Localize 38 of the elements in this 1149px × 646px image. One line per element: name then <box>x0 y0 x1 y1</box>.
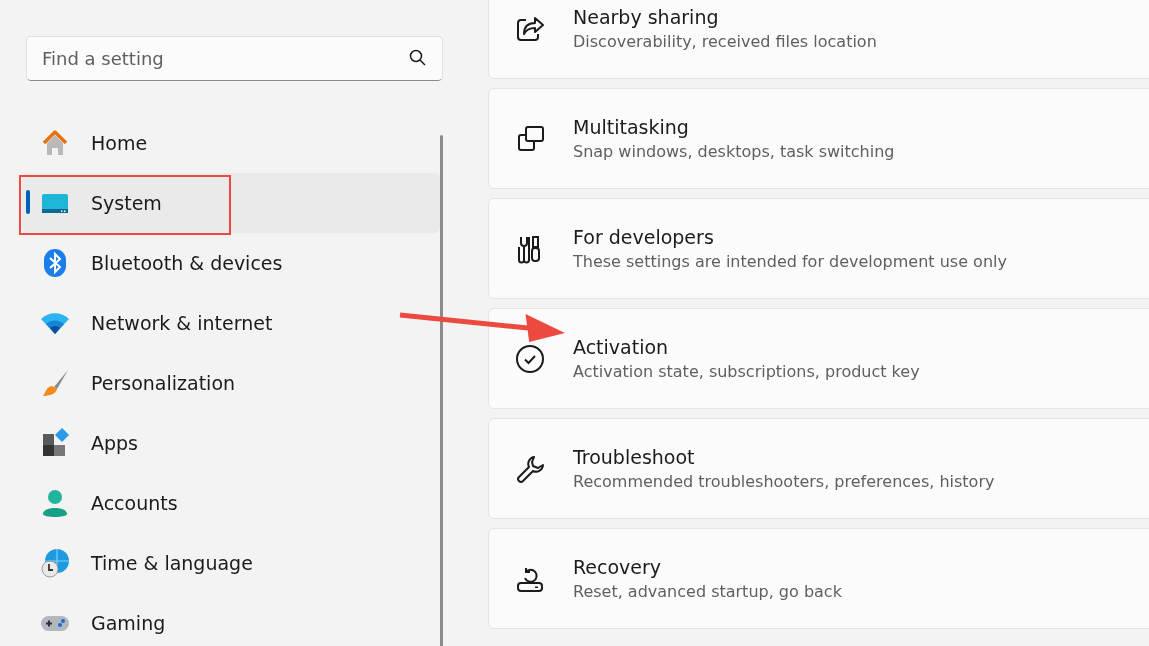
search-field[interactable]: Find a setting <box>26 36 443 81</box>
setting-title: Recovery <box>573 556 663 578</box>
setting-description: Reset, advanced startup, go back <box>573 582 842 601</box>
setting-card[interactable]: Multitasking Snap windows, desktops, task switching <box>488 88 1149 189</box>
setting-description: Activation state, subscriptions, product key <box>573 362 920 381</box>
nav-item[interactable]: Gaming <box>22 593 440 646</box>
house-icon <box>40 128 70 158</box>
setting-title: Troubleshoot <box>573 446 696 468</box>
setting-card[interactable]: Activation Activation state, subscriptions, product key <box>488 308 1149 409</box>
nav-item[interactable]: System <box>22 173 440 233</box>
nav-item[interactable]: Accounts <box>22 473 440 533</box>
setting-card[interactable]: Troubleshoot Recommended troubleshooters, preferences, history <box>488 418 1149 519</box>
nav-item[interactable]: Network & internet <box>22 293 440 353</box>
setting-description: These settings are intended for development use only <box>573 252 1007 271</box>
person-icon <box>40 488 70 518</box>
nav-item[interactable]: Personalization <box>22 353 440 413</box>
windows-icon <box>515 123 545 154</box>
setting-description: Snap windows, desktops, task switching <box>573 142 895 161</box>
setting-card[interactable]: For developers These settings are intended for development use only <box>488 198 1149 299</box>
search-icon <box>409 49 427 67</box>
setting-title: For developers <box>573 226 715 248</box>
setting-description: Discoverability, received files location <box>573 32 877 51</box>
setting-card[interactable]: Nearby sharing Discoverability, received files location <box>488 0 1149 79</box>
nav-item[interactable]: Home <box>22 113 440 173</box>
setting-title: Nearby sharing <box>573 6 720 28</box>
setting-card[interactable]: Recovery Reset, advanced startup, go back <box>488 528 1149 629</box>
selection-indicator <box>26 190 30 214</box>
nav-item[interactable]: Bluetooth & devices <box>22 233 440 293</box>
globe-clock-icon <box>40 548 70 578</box>
scrollbar[interactable] <box>440 135 443 646</box>
nav-item[interactable]: Time & language <box>22 533 440 593</box>
wrench-icon <box>515 453 545 484</box>
nav-item[interactable]: Apps <box>22 413 440 473</box>
setting-title: Activation <box>573 336 670 358</box>
setting-description: Recommended troubleshooters, preferences, history <box>573 472 995 491</box>
apps-icon <box>40 428 70 458</box>
setting-title: Multitasking <box>573 116 690 138</box>
check-circle-icon <box>515 343 545 374</box>
